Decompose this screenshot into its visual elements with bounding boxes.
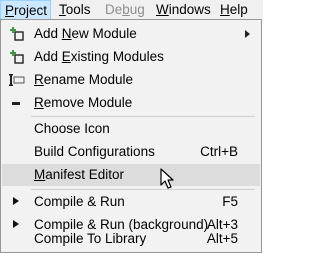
menu-item-add-existing-modules[interactable]: Add Existing Modules [2,46,260,68]
play-icon [13,197,19,205]
rename-module-icon [9,74,25,86]
menu-item-label: Choose Icon [34,121,110,136]
menu-item-label: Compile To Library [34,231,147,246]
menu-item-add-new-module[interactable]: Add New Module [2,23,260,45]
menu-help[interactable]: Help [220,0,248,20]
menu-debug: Debug [105,0,145,20]
menu-item-label: Remove Module [34,95,133,110]
menu-separator [31,189,255,190]
menu-tools-label: Tools [59,2,91,17]
menu-bar: Project Tools Debug Windows Help [0,0,263,20]
menu-item-shortcut: Ctrl+B [200,144,238,159]
mouse-cursor-icon [160,168,174,189]
submenu-arrow-icon [245,30,250,38]
menu-item-manifest-editor[interactable]: Manifest Editor [2,164,260,186]
menu-windows-label: Windows [156,2,211,17]
menu-item-shortcut: Alt+5 [206,231,238,246]
menu-item-label: Manifest Editor [34,167,125,182]
menu-windows[interactable]: Windows [156,0,211,20]
menu-item-build-configurations[interactable]: Build Configurations Ctrl+B [2,141,260,163]
menu-item-compile-run[interactable]: Compile & Run F5 [2,191,260,213]
menu-item-rename-module[interactable]: Rename Module [2,69,260,91]
menu-help-label: Help [220,2,248,17]
menu-separator [31,116,255,117]
project-dropdown-menu: Add New Module Add Existing Modules Rena… [0,19,262,253]
menu-project[interactable]: Project [0,0,51,20]
menu-item-label: Add Existing Modules [34,49,164,64]
menu-item-label: Rename Module [34,72,134,87]
menu-item-shortcut: F5 [222,194,238,209]
add-new-module-icon [10,27,24,41]
menu-item-remove-module[interactable]: Remove Module [2,92,260,114]
menu-item-label: Compile & Run [34,194,125,209]
menu-debug-label: Debug [105,2,145,17]
menu-tools[interactable]: Tools [59,0,91,20]
menu-project-label: Project [5,3,48,18]
remove-module-icon [12,102,20,105]
menu-item-compile-to-library[interactable]: Compile To Library Alt+5 [2,228,260,250]
play-icon [13,220,19,228]
menu-item-choose-icon[interactable]: Choose Icon [2,118,260,140]
menu-item-label: Build Configurations [34,144,155,159]
menu-item-label: Add New Module [34,26,137,41]
add-existing-modules-icon [10,50,24,64]
